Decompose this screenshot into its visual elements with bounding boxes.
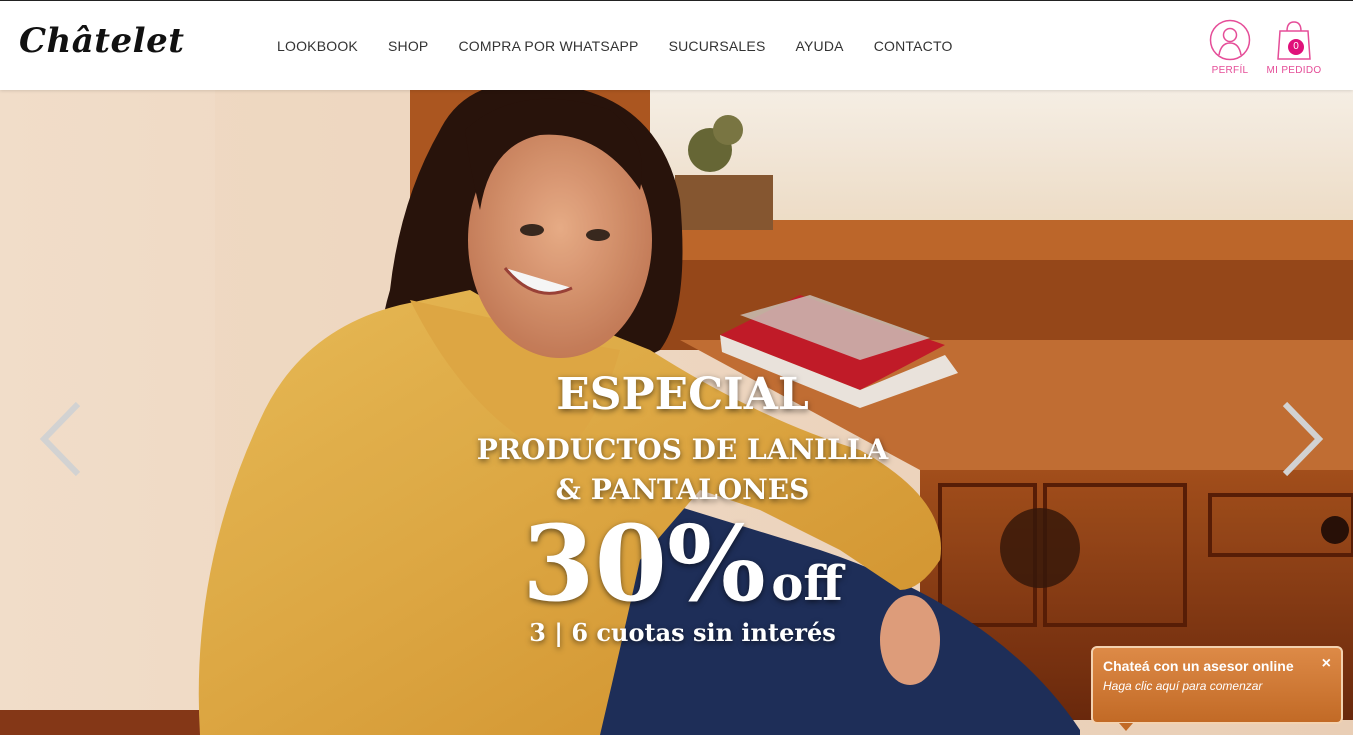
main-nav: LOOKBOOK SHOP COMPRA POR WHATSAPP SUCURS…	[262, 38, 968, 54]
logo[interactable]: Châtelet	[19, 21, 184, 61]
order-label: MI PEDIDO	[1266, 65, 1322, 76]
chat-widget[interactable]: Chateá con un asesor online Haga clic aq…	[1091, 646, 1343, 731]
promo-installments: 3 | 6 cuotas sin interés	[529, 618, 836, 647]
nav-shop[interactable]: SHOP	[373, 38, 443, 54]
chevron-left-icon	[39, 401, 81, 477]
nav-ayuda[interactable]: AYUDA	[781, 38, 859, 54]
promo-heading: ESPECIAL	[556, 369, 809, 420]
nav-compra-whatsapp[interactable]: COMPRA POR WHATSAPP	[443, 38, 653, 54]
site-header: Châtelet LOOKBOOK SHOP COMPRA POR WHATSA…	[0, 0, 1353, 90]
promo-text: ESPECIAL PRODUCTOS DE LANILLA & PANTALON…	[430, 370, 935, 648]
nav-sucursales[interactable]: SUCURSALES	[654, 38, 781, 54]
chat-subtitle: Haga clic aquí para comenzar	[1103, 679, 1263, 693]
header-icons: PERFÍL 0 MI PEDIDO	[1205, 19, 1322, 76]
chat-title: Chateá con un asesor online	[1103, 658, 1294, 674]
chevron-right-icon	[1282, 401, 1324, 477]
profile-button[interactable]: PERFÍL	[1205, 19, 1255, 76]
chat-pointer	[1119, 723, 1133, 731]
nav-lookbook[interactable]: LOOKBOOK	[262, 38, 373, 54]
close-icon[interactable]: ×	[1322, 655, 1331, 673]
promo-discount-suffix: off	[771, 556, 843, 612]
nav-contacto[interactable]: CONTACTO	[859, 38, 968, 54]
promo-discount: 30%	[522, 502, 766, 625]
promo-products: PRODUCTOS DE LANILLA	[476, 433, 889, 466]
slider-next-button[interactable]	[1281, 400, 1325, 478]
user-icon	[1209, 19, 1251, 61]
cart-count-badge: 0	[1288, 39, 1304, 55]
profile-label: PERFÍL	[1211, 65, 1249, 76]
cart-button[interactable]: 0 MI PEDIDO	[1266, 19, 1322, 76]
slider-prev-button[interactable]	[38, 400, 82, 478]
hero-slider: ESPECIAL PRODUCTOS DE LANILLA & PANTALON…	[0, 90, 1353, 735]
